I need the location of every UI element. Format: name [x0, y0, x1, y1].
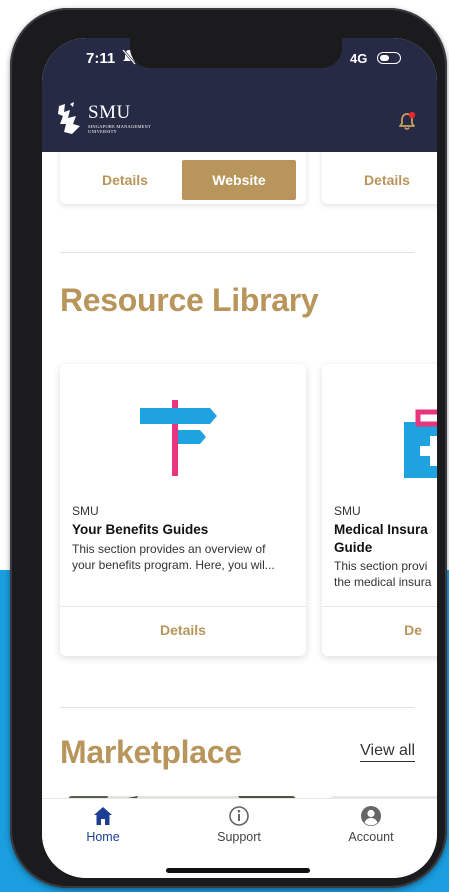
program-card: Details Website	[60, 152, 306, 204]
nav-label: Account	[348, 830, 394, 844]
nav-label: Support	[217, 830, 261, 844]
website-button[interactable]: Website	[182, 160, 296, 200]
signpost-icon	[60, 364, 306, 496]
nav-support[interactable]: Support	[194, 805, 284, 844]
nav-label: Home	[86, 830, 120, 844]
logo-text: SMU	[88, 102, 131, 123]
resource-org: SMU	[334, 504, 361, 518]
account-icon	[361, 806, 381, 826]
network-label: 4G	[350, 51, 368, 66]
resource-card[interactable]: SMU Your Benefits Guides This section pr…	[60, 364, 306, 656]
app-header: SMU SINGAPORE MANAGEMENT UNIVERSITY	[42, 86, 437, 152]
lion-emblem-icon	[58, 102, 80, 134]
resource-desc: This section provides an overview of	[72, 542, 266, 556]
home-icon	[94, 807, 112, 825]
details-button[interactable]: De	[322, 622, 437, 638]
bottom-nav: Home Support Account	[42, 798, 437, 878]
resource-title: Medical Insura	[334, 522, 428, 537]
battery-icon	[377, 52, 401, 64]
resource-desc: your benefits program. Here, you wil...	[72, 558, 275, 572]
home-indicator[interactable]	[166, 868, 310, 873]
nav-home[interactable]: Home	[58, 805, 148, 844]
logo-subtitle: SINGAPORE MANAGEMENT UNIVERSITY	[88, 124, 151, 134]
section-title-marketplace: Marketplace	[60, 734, 242, 770]
phone-notch	[130, 38, 342, 68]
resource-card[interactable]: SMU Medical Insura Guide This section pr…	[322, 364, 437, 656]
resource-desc: This section provi	[334, 559, 428, 573]
card-divider	[322, 606, 437, 607]
phone-screen: 7:11 4G SMU SINGAPORE MANAGEMENT UNIVERS…	[42, 38, 437, 878]
smu-logo[interactable]: SMU SINGAPORE MANAGEMENT UNIVERSITY	[56, 102, 166, 136]
section-divider	[60, 252, 414, 253]
resource-title: Guide	[334, 540, 373, 555]
view-all-link[interactable]: View all	[360, 742, 415, 762]
info-icon	[229, 806, 249, 826]
section-divider	[60, 707, 414, 708]
main-content[interactable]: Details Website Details Resource Library…	[42, 152, 437, 798]
status-time: 7:11	[86, 50, 116, 67]
details-button[interactable]: Details	[80, 172, 170, 188]
medical-bag-icon	[322, 364, 437, 496]
resource-org: SMU	[72, 504, 99, 518]
bell-icon[interactable]	[397, 111, 417, 131]
nav-account[interactable]: Account	[326, 805, 416, 844]
details-button[interactable]: Details	[60, 622, 306, 638]
card-divider	[60, 606, 306, 607]
resource-desc: the medical insura	[334, 575, 432, 589]
resource-title: Your Benefits Guides	[72, 522, 209, 537]
phone-frame: 7:11 4G SMU SINGAPORE MANAGEMENT UNIVERS…	[10, 8, 447, 888]
program-card: Details	[322, 152, 437, 204]
details-button[interactable]: Details	[342, 172, 432, 188]
section-title-resource-library: Resource Library	[60, 282, 319, 318]
